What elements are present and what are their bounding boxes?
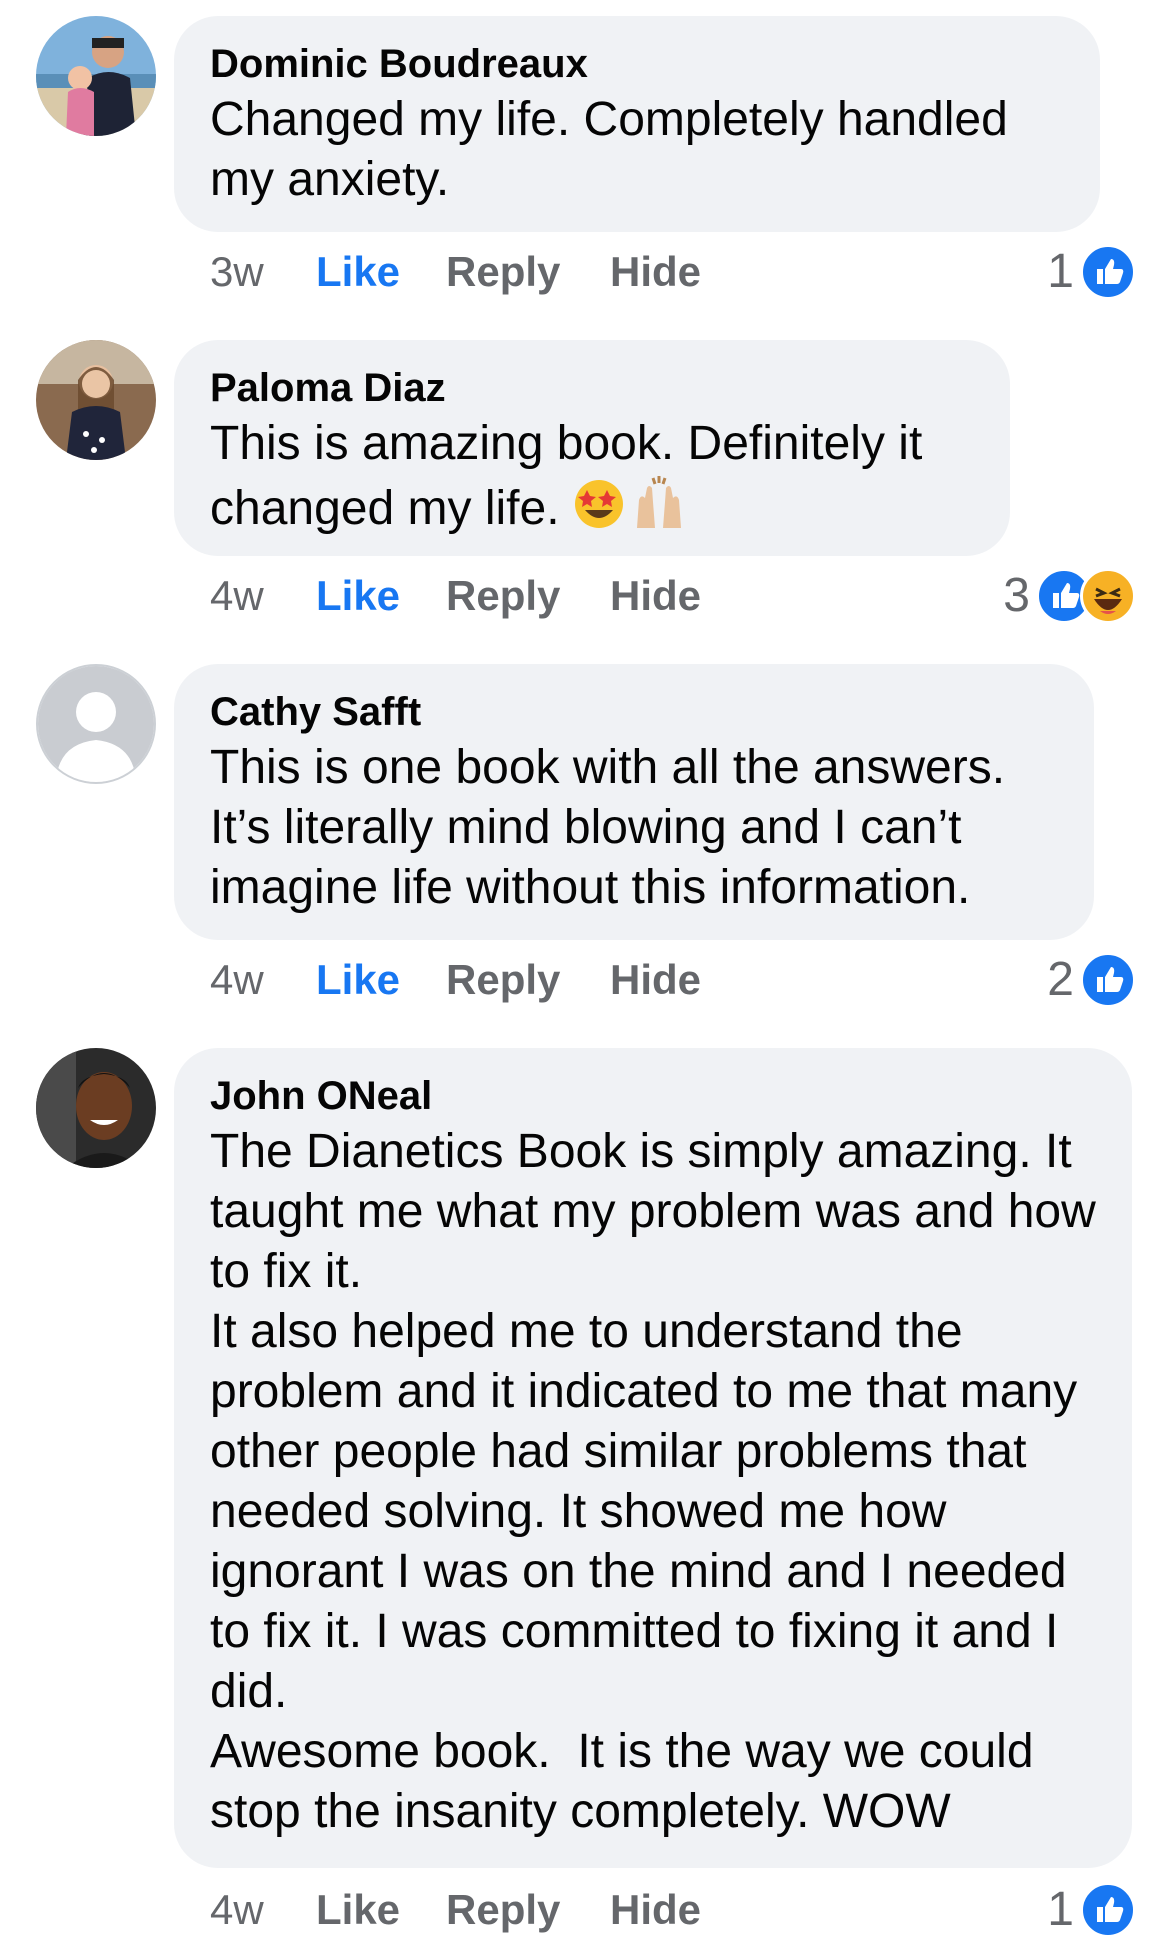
reaction-summary[interactable]: 3 [1003,566,1136,626]
reaction-summary[interactable]: 1 [1047,1880,1136,1940]
like-icon [1080,952,1136,1008]
like-icon [1080,1882,1136,1938]
avatar[interactable] [36,340,156,460]
comment-author[interactable]: Cathy Safft [210,686,1058,738]
comment-bubble: Dominic Boudreaux Changed my life. Compl… [174,16,1100,232]
reply-button[interactable]: Reply [446,1880,560,1940]
comment-bubble: Cathy Safft This is one book with all th… [174,664,1094,940]
haha-icon [1080,568,1136,624]
comment-author[interactable]: John ONeal [210,1070,1096,1122]
raising-hands-emoji-icon [631,474,687,545]
avatar[interactable] [36,1048,156,1168]
reaction-summary[interactable]: 1 [1047,242,1136,302]
hide-button[interactable]: Hide [610,242,701,302]
avatar[interactable] [36,16,156,136]
photo-avatar-icon [36,16,156,136]
hide-button[interactable]: Hide [610,1880,701,1940]
comment-text-wrapper: This is amazing book. Definitely it chan… [210,414,974,545]
hide-button[interactable]: Hide [610,566,701,626]
like-button[interactable]: Like [316,950,400,1010]
comment-timestamp[interactable]: 4w [210,566,264,626]
hide-button[interactable]: Hide [610,950,701,1010]
comment-timestamp[interactable]: 4w [210,1880,264,1940]
photo-avatar-icon [36,1048,156,1168]
like-icon [1080,244,1136,300]
comment-timestamp[interactable]: 3w [210,242,264,302]
comment-text: This is one book with all the answers. I… [210,741,1019,914]
like-button[interactable]: Like [316,1880,400,1940]
reaction-count: 2 [1047,953,1074,1006]
comment-text: The Dianetics Book is simply amazing. It… [210,1125,1096,1838]
default-avatar-icon [38,666,154,782]
comment-bubble: John ONeal The Dianetics Book is simply … [174,1048,1132,1868]
comment-timestamp[interactable]: 4w [210,950,264,1010]
reply-button[interactable]: Reply [446,950,560,1010]
reaction-count: 3 [1003,569,1030,622]
like-button[interactable]: Like [316,566,400,626]
comment-bubble: Paloma Diaz This is amazing book. Defini… [174,340,1010,556]
reaction-count: 1 [1047,1883,1074,1936]
photo-avatar-icon [36,340,156,460]
avatar[interactable] [36,664,156,784]
reply-button[interactable]: Reply [446,242,560,302]
like-button[interactable]: Like [316,242,400,302]
comment-text: Changed my life. Completely handled my a… [210,93,1022,206]
star-struck-emoji-icon [573,478,625,545]
reaction-count: 1 [1047,245,1074,298]
comment-author[interactable]: Dominic Boudreaux [210,38,1064,90]
comment-author[interactable]: Paloma Diaz [210,362,974,414]
reaction-summary[interactable]: 2 [1047,950,1136,1010]
reply-button[interactable]: Reply [446,566,560,626]
